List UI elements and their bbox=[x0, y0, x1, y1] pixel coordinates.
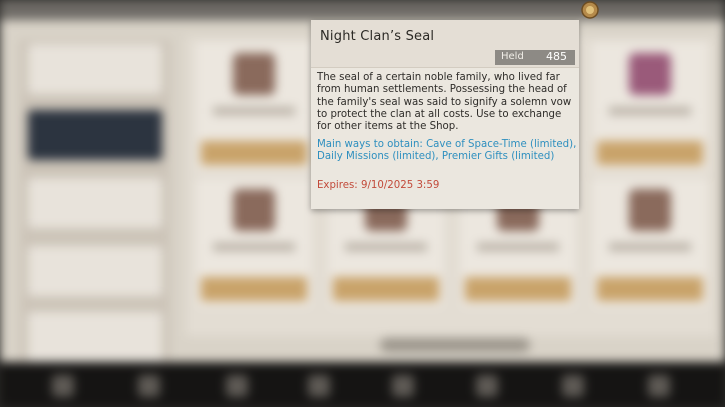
divider bbox=[311, 67, 579, 68]
held-count-bar: Held 485 bbox=[495, 50, 575, 65]
page-indicator bbox=[380, 338, 530, 352]
nav-icon[interactable] bbox=[138, 375, 160, 397]
shop-item-card[interactable] bbox=[590, 176, 710, 310]
category-tab[interactable] bbox=[28, 178, 162, 228]
tooltip-header: Night Clan’s Seal Held 485 bbox=[311, 20, 579, 67]
expiry-text: Expires: 9/10/2025 3:59 bbox=[317, 180, 440, 191]
category-tab[interactable] bbox=[28, 44, 162, 94]
nav-icon[interactable] bbox=[562, 375, 584, 397]
bottom-nav-bar bbox=[0, 362, 725, 407]
nav-icon[interactable] bbox=[226, 375, 248, 397]
nav-icon[interactable] bbox=[308, 375, 330, 397]
item-description: The seal of a certain noble family, who … bbox=[317, 72, 572, 133]
seal-coin-icon bbox=[581, 1, 599, 19]
nav-icon[interactable] bbox=[52, 375, 74, 397]
shop-item-card[interactable] bbox=[194, 176, 314, 310]
nav-icon[interactable] bbox=[476, 375, 498, 397]
held-value: 485 bbox=[546, 50, 567, 63]
held-label: Held bbox=[501, 51, 524, 62]
nav-icon[interactable] bbox=[648, 375, 670, 397]
nav-icon[interactable] bbox=[392, 375, 414, 397]
shop-item-card[interactable] bbox=[194, 40, 314, 174]
category-tab[interactable] bbox=[28, 246, 162, 296]
item-tooltip: Night Clan’s Seal Held 485 The seal of a… bbox=[311, 20, 579, 209]
category-tab[interactable] bbox=[28, 312, 162, 362]
item-name: Night Clan’s Seal bbox=[320, 29, 435, 44]
shop-item-card[interactable] bbox=[590, 40, 710, 174]
obtain-methods: Main ways to obtain: Cave of Space-Time … bbox=[317, 139, 577, 163]
category-tab[interactable] bbox=[28, 110, 162, 160]
